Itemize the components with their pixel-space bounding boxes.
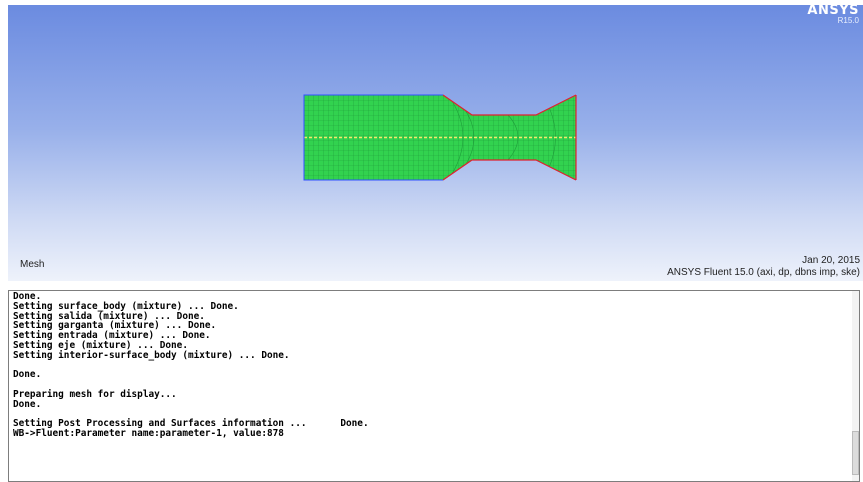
mesh-display — [303, 94, 577, 181]
console-panel[interactable]: Done. Setting surface_body (mixture) ... … — [8, 290, 860, 482]
console-line: WB->Fluent:Parameter name:parameter-1, v… — [13, 428, 284, 440]
scrollbar-thumb[interactable] — [852, 431, 859, 475]
console-line: Setting interior-surface_body (mixture) … — [13, 349, 290, 361]
console-line: Done. — [13, 369, 42, 381]
console-line: Preparing mesh for display... — [13, 388, 177, 400]
viewport-date: Jan 20, 2015 — [802, 255, 860, 266]
solver-info: ANSYS Fluent 15.0 (axi, dp, dbns imp, sk… — [667, 267, 860, 278]
console-scrollbar[interactable] — [852, 291, 859, 481]
console-output: Done. Setting surface_body (mixture) ... … — [9, 291, 859, 439]
ansys-logo: ANSYS R15.0 — [807, 5, 859, 25]
viewport-title: Mesh — [20, 259, 45, 270]
viewport-info: Jan 20, 2015 ANSYS Fluent 15.0 (axi, dp,… — [667, 255, 860, 279]
console-line: Done. — [13, 398, 42, 410]
graphics-viewport[interactable]: ANSYS R15.0 Mesh Jan 20, 2015 ANSYS Flue… — [8, 5, 863, 281]
